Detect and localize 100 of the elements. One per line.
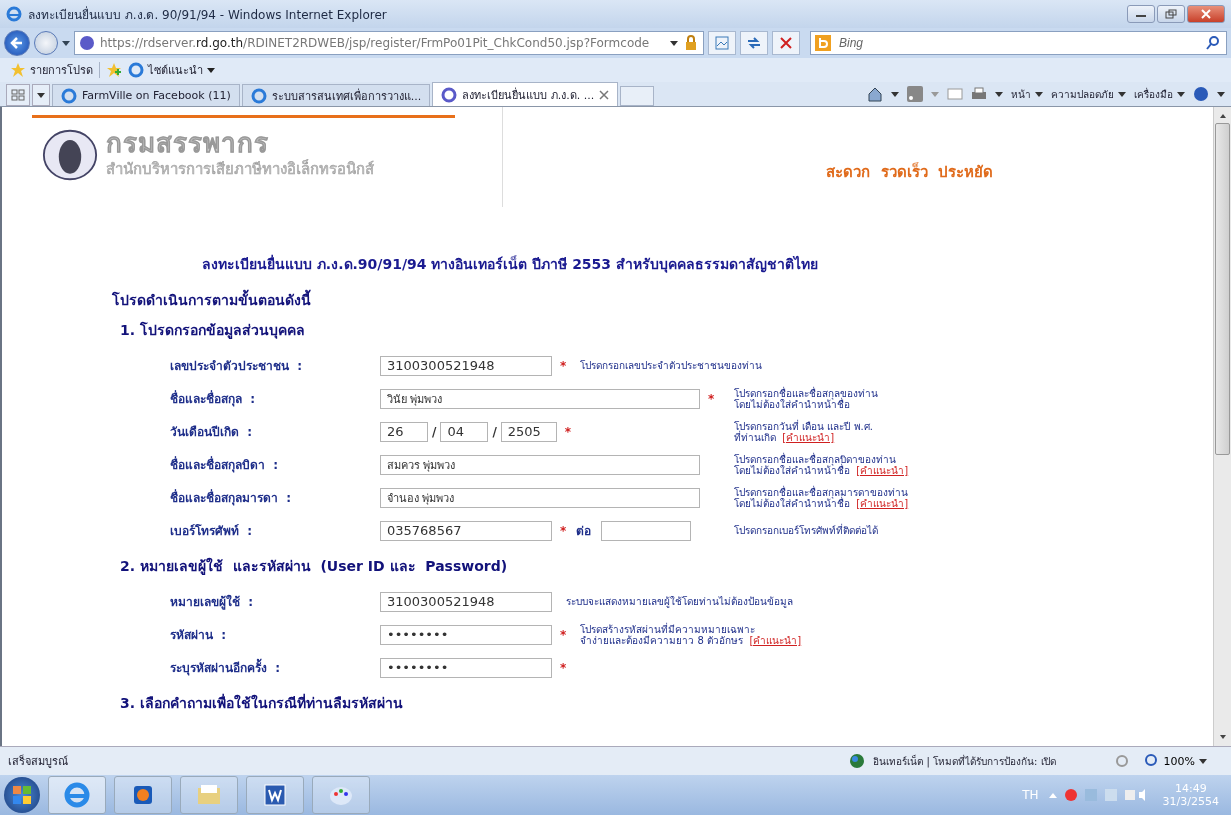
input-field[interactable]: 26 <box>380 421 428 442</box>
input-field[interactable]: 035768567 <box>380 520 552 541</box>
search-field[interactable]: Bing <box>810 31 1227 55</box>
home-icon[interactable] <box>867 86 883 102</box>
url-text: https://rdserver.rd.go.th/RDINET2RDWEB/jsp/register/FrmPo01Pit_ChkCond50.jsp?Formcode <box>100 36 651 50</box>
input-field[interactable]: 3100300521948 <box>380 355 552 376</box>
field-label: ชื่อและชื่อสกุลมารดา : <box>170 488 293 507</box>
field-label: ชื่อและชื่อสกุลบิดา : <box>170 455 280 474</box>
site-icon <box>79 35 95 51</box>
command-menu[interactable]: ความปลอดภัย <box>1051 86 1126 102</box>
caret-icon <box>37 92 45 98</box>
field-label: เบอร์โทรศัพท์ : <box>170 523 254 540</box>
input-field[interactable]: 3100300521948 <box>380 591 552 612</box>
advice-link[interactable]: [คำแนะนำ] <box>749 634 802 646</box>
address-field[interactable]: https://rdserver.rd.go.th/RDINET2RDWEB/jsp/register/FrmPo01Pit_ChkCond50.jsp?Formcode <box>74 31 704 55</box>
caret-icon[interactable] <box>670 40 678 46</box>
back-arrow-icon <box>9 35 25 51</box>
taskbar-media-button[interactable] <box>114 776 172 814</box>
caret-icon <box>207 67 215 73</box>
command-menu[interactable]: เครื่องมือ <box>1134 86 1185 102</box>
scrollbar-thumb[interactable] <box>1215 123 1230 455</box>
tab-label: FarmVille on Facebook (11) <box>82 89 231 102</box>
department-name: กรมสรรพากร <box>106 129 270 157</box>
input-field[interactable]: •••••••• <box>380 657 552 678</box>
magnifier-icon <box>1143 753 1160 769</box>
restore-icon <box>1165 9 1177 19</box>
refresh-icon <box>746 35 762 51</box>
required-mark: * <box>564 424 572 439</box>
tab-label: ลงทะเบียนยื่นแบบ ภ.ง.ด. ... <box>462 86 595 104</box>
taskbar-browser-button[interactable] <box>48 776 106 814</box>
suggested-sites-button[interactable]: ไซต์แนะนำ <box>128 61 215 79</box>
emblem-icon <box>42 128 98 182</box>
browser-tab[interactable]: ระบบสารสนเทศเพื่อการวางแ... <box>241 84 431 106</box>
department-subtitle: สำนักบริหารการเสียภาษีทางอิเล็กทรอนิกส์ <box>106 158 374 180</box>
hint-text: ระบบจะแสดงหมายเลขผู้ใช้โดยท่านไม่ต้องป้อนข้อมูล <box>566 596 793 607</box>
hint-text: โปรดกรอกชื่อและชื่อสกุลบิดาของท่าน <box>734 453 897 465</box>
stop-button[interactable] <box>772 31 800 55</box>
field-label: ชื่อและชื่อสกุล : <box>170 389 257 408</box>
input-field[interactable]: จำนอง พุ่มพวง <box>380 487 700 508</box>
hint-text: ที่ท่านเกิด [คำแนะนำ] <box>734 431 835 443</box>
caret-icon <box>1177 91 1185 97</box>
field-label: รหัสผ่าน : <box>170 627 228 644</box>
add-favorite-icon[interactable] <box>106 62 122 78</box>
site-icon <box>250 87 267 104</box>
slogan: สะดวก รวดเร็ว ประหยัด <box>826 161 993 183</box>
padlock-icon[interactable] <box>683 35 699 51</box>
intro-text: โปรดดำเนินการตามขั้นตอนดังนี้ <box>112 289 1213 311</box>
input-field[interactable]: 2505 <box>500 421 557 442</box>
browser-tab[interactable]: FarmVille on Facebook (11) <box>52 84 240 106</box>
hint-text: โปรดกรอกชื่อและชื่อสกุลมารดาของท่าน <box>734 486 909 498</box>
clock-time: 14:49 <box>1174 782 1207 795</box>
refresh-button[interactable] <box>740 31 768 55</box>
caret-icon[interactable] <box>62 40 70 46</box>
print-icon[interactable] <box>971 86 987 102</box>
search-icon[interactable] <box>1205 35 1221 51</box>
hint-text: โดยไม่ต้องใส่คำนำหน้าชื่อ [คำแนะนำ] <box>734 497 909 509</box>
clock-date: 31/3/2554 <box>1162 795 1219 808</box>
date-separator: / <box>492 424 497 439</box>
caret-icon[interactable] <box>1217 91 1225 97</box>
caret-icon[interactable] <box>995 91 1003 97</box>
caret-icon <box>1118 91 1126 97</box>
star-icon <box>10 62 26 78</box>
close-button[interactable] <box>1187 5 1225 23</box>
browser-logo-icon <box>62 780 92 810</box>
favorites-button[interactable]: รายการโปรด <box>10 61 93 79</box>
input-field[interactable]: สมควร พุ่มพวง <box>380 454 700 475</box>
back-button[interactable] <box>4 30 30 56</box>
page-heading: ลงทะเบียนยื่นแบบ ภ.ง.ด.90/91/94 ทางอินเทอร์เน็ต ปีภาษี 2553 สำหรับบุคคลธรรมดาสัญชาติไทย <box>202 253 819 275</box>
zoom-button[interactable]: 100% <box>1137 752 1213 770</box>
hint-text: โดยไม่ต้องใส่คำนำหน้าชื่อ [คำแนะนำ] <box>734 464 909 476</box>
hint-text: โปรดสร้างรหัสผ่านที่มีความหมายเฉพาะ <box>580 623 757 635</box>
start-button[interactable] <box>4 777 40 813</box>
extension-field[interactable] <box>601 520 692 541</box>
advice-link[interactable]: [คำแนะนำ] <box>856 464 909 476</box>
date-separator: / <box>432 424 437 439</box>
browser-tab[interactable]: ลงทะเบียนยื่นแบบ ภ.ง.ด. ... <box>432 82 619 106</box>
advice-link[interactable]: [คำแนะนำ] <box>782 431 835 443</box>
required-mark: * <box>560 358 567 373</box>
security-zone: อินเทอร์เน็ต | โหมดที่ได้รับการป้องกัน: เปิด <box>873 753 1056 769</box>
input-field[interactable]: •••••••• <box>380 624 552 645</box>
input-field[interactable]: วินัย พุ่มพวง <box>380 388 700 409</box>
minimize-button[interactable] <box>1127 5 1155 23</box>
input-field[interactable]: 04 <box>440 421 489 442</box>
close-tab-icon[interactable] <box>599 89 610 100</box>
advice-link[interactable]: [คำแนะนำ] <box>856 497 909 509</box>
status-text: เสร็จสมบูรณ์ <box>8 753 68 770</box>
command-menu[interactable]: หน้า <box>1011 86 1043 102</box>
hint-text: โปรดกรอกวันที่ เดือน และปี พ.ศ. <box>734 420 873 432</box>
tab-label: ระบบสารสนเทศเพื่อการวางแ... <box>271 87 422 105</box>
required-mark: * <box>708 391 715 406</box>
tab-list-button[interactable] <box>32 84 50 106</box>
close-icon <box>1200 9 1212 19</box>
required-mark: * <box>560 627 567 642</box>
hint-text: โปรดกรอกเบอร์โทรศัพท์ที่ติดต่อได้ <box>734 525 878 536</box>
forward-button[interactable] <box>34 31 58 55</box>
field-label: เลขประจำตัวประชาชน : <box>170 358 304 375</box>
caret-icon[interactable] <box>891 91 899 97</box>
hint-text: โปรดกรอกชื่อและชื่อสกุลของท่าน <box>734 387 878 399</box>
taskbar-word-button[interactable] <box>246 776 304 814</box>
restore-button[interactable] <box>1157 5 1185 23</box>
